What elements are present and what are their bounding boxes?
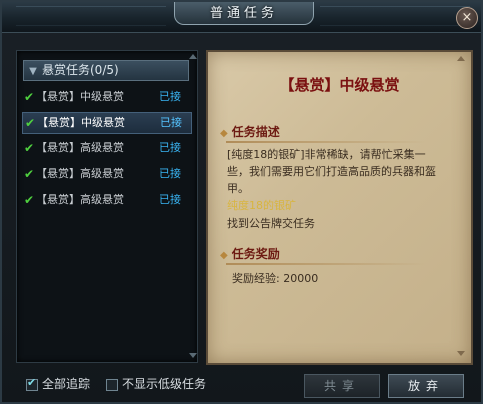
quest-name: 【悬赏】高级悬赏 <box>36 193 124 206</box>
quest-list-item[interactable]: ✔ 【悬赏】中级悬赏 已接 <box>22 87 190 107</box>
title-ornament-right <box>320 6 470 26</box>
share-button[interactable]: 共享 <box>304 374 380 398</box>
quest-name: 【悬赏】高级悬赏 <box>36 141 124 154</box>
quest-list-panel: ▼ 悬赏任务(0/5) ✔ 【悬赏】中级悬赏 已接 ✔ 【悬赏】中级悬赏 已接 ✔… <box>16 50 198 363</box>
section-divider <box>226 263 426 265</box>
quest-state: 已接 <box>160 116 182 129</box>
quest-list-item-selected[interactable]: ✔ 【悬赏】中级悬赏 已接 <box>22 112 192 134</box>
quest-state: 已接 <box>159 167 181 180</box>
check-icon: ✔ <box>24 193 35 207</box>
track-all-checkbox[interactable] <box>26 376 38 391</box>
hide-low-level-checkbox[interactable] <box>106 379 118 391</box>
description-heading: ◆ 任务描述 <box>220 124 460 140</box>
quest-name: 【悬赏】中级悬赏 <box>36 90 124 103</box>
quest-name: 【悬赏】中级悬赏 <box>37 116 125 129</box>
abandon-button[interactable]: 放弃 <box>388 374 464 398</box>
quest-list-item[interactable]: ✔ 【悬赏】高级悬赏 已接 <box>22 190 190 210</box>
quest-state: 已接 <box>159 141 181 154</box>
quest-state: 已接 <box>159 90 181 103</box>
check-icon: ✔ <box>24 141 35 155</box>
list-scroll-down-icon[interactable] <box>189 353 197 358</box>
chevron-down-icon: ▼ <box>29 66 37 77</box>
quest-category-header[interactable]: ▼ 悬赏任务(0/5) <box>23 60 189 81</box>
quest-detail-panel: 【悬赏】中级悬赏 ◆ 任务描述 [纯度18的银矿]非常稀缺，请帮忙采集一 些，我们… <box>206 50 473 365</box>
description-heading-label: 任务描述 <box>231 125 280 139</box>
hide-low-level-label: 不显示低级任务 <box>122 377 207 391</box>
title-bar[interactable]: 普通任务 × <box>2 2 481 33</box>
title-plate: 普通任务 <box>174 2 314 25</box>
check-icon: ✔ <box>25 116 36 130</box>
target-hint: 找到公告牌交任务 <box>227 217 315 230</box>
section-diamond-icon: ◆ <box>220 250 228 261</box>
target-item-link[interactable]: 纯度18的银矿 <box>227 197 296 214</box>
quest-list-item[interactable]: ✔ 【悬赏】高级悬赏 已接 <box>22 138 190 158</box>
reward-heading: ◆ 任务奖励 <box>220 246 460 262</box>
quest-category-label: 悬赏任务(0/5) <box>42 63 119 77</box>
list-scroll-up-icon[interactable] <box>189 54 197 59</box>
close-button[interactable]: × <box>456 7 478 29</box>
quest-state: 已接 <box>159 193 181 206</box>
detail-scroll-down-icon[interactable] <box>457 351 465 356</box>
description-line: 甲。 <box>227 182 249 195</box>
quest-list-item[interactable]: ✔ 【悬赏】高级悬赏 已接 <box>22 164 190 184</box>
check-icon: ✔ <box>24 167 35 181</box>
section-diamond-icon: ◆ <box>220 128 228 139</box>
description-line: [纯度18的银矿]非常稀缺，请帮忙采集一 <box>227 148 426 161</box>
reward-text: 奖励经验: 20000 <box>232 272 319 285</box>
description-line: 些，我们需要用它们打造高品质的兵器和盔 <box>227 165 436 178</box>
quest-description: [纯度18的银矿]非常稀缺，请帮忙采集一 些，我们需要用它们打造高品质的兵器和盔… <box>227 146 459 197</box>
section-divider <box>226 141 426 143</box>
title-ornament-left <box>16 6 166 26</box>
quest-name: 【悬赏】高级悬赏 <box>36 167 124 180</box>
check-icon: ✔ <box>24 90 35 104</box>
quest-window: 普通任务 × ▼ 悬赏任务(0/5) ✔ 【悬赏】中级悬赏 已接 ✔ 【悬赏】中级… <box>0 0 483 404</box>
window-title: 普通任务 <box>209 6 278 21</box>
reward-heading-label: 任务奖励 <box>231 247 280 261</box>
quest-detail-title: 【悬赏】中级悬赏 <box>279 76 400 94</box>
detail-scroll-up-icon[interactable] <box>457 56 465 61</box>
track-all-label: 全部追踪 <box>42 377 91 391</box>
